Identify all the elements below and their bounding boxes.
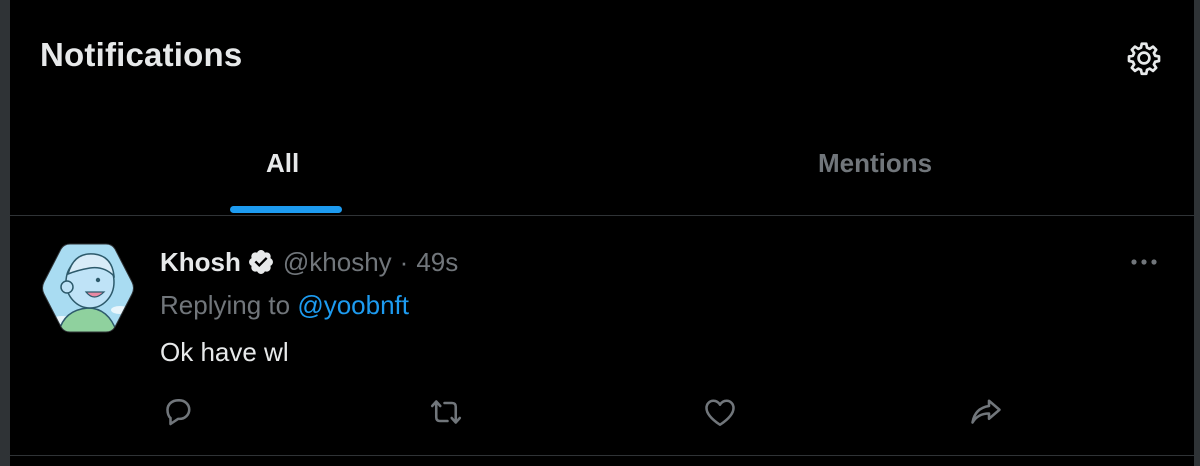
tab-all-label: All (266, 148, 300, 178)
replying-to-line: Replying to @yoobnft (160, 290, 409, 321)
notifications-panel: Notifications All Mentions Khosh @khoshy… (8, 0, 1196, 466)
share-icon (971, 399, 1001, 424)
retweet-button[interactable] (428, 394, 464, 430)
settings-button[interactable] (1126, 40, 1162, 76)
share-button[interactable] (968, 394, 1004, 430)
more-options-button[interactable] (1126, 250, 1162, 274)
tweet-header: Khosh @khoshy · 49s (160, 246, 458, 278)
tab-bar: All Mentions (10, 120, 1194, 216)
like-icon (705, 399, 735, 427)
reply-icon (166, 399, 191, 426)
header: Notifications (10, 0, 1194, 120)
avatar[interactable] (40, 240, 136, 336)
like-button[interactable] (702, 394, 738, 430)
gear-icon (1127, 42, 1161, 76)
tweet-timestamp[interactable]: 49s (416, 247, 458, 278)
page-title: Notifications (40, 36, 243, 73)
reply-button[interactable] (160, 394, 196, 430)
author-name[interactable]: Khosh (160, 247, 241, 278)
retweet-icon (430, 400, 462, 424)
tab-all[interactable]: All (10, 120, 562, 214)
verified-badge-icon (248, 250, 273, 274)
tweet-item[interactable]: Khosh @khoshy · 49s Replying to @yoobnft… (10, 216, 1194, 456)
replying-to-prefix: Replying to (160, 290, 291, 320)
tab-mentions-label: Mentions (818, 148, 933, 178)
author-handle[interactable]: @khoshy (283, 247, 392, 278)
tweet-text: Ok have wl (160, 337, 289, 367)
replying-to-mention[interactable]: @yoobnft (297, 290, 409, 320)
separator-dot: · (399, 246, 409, 277)
tab-mentions[interactable]: Mentions (562, 120, 1194, 214)
more-dots-icon (1131, 259, 1157, 265)
active-tab-indicator (230, 206, 342, 213)
